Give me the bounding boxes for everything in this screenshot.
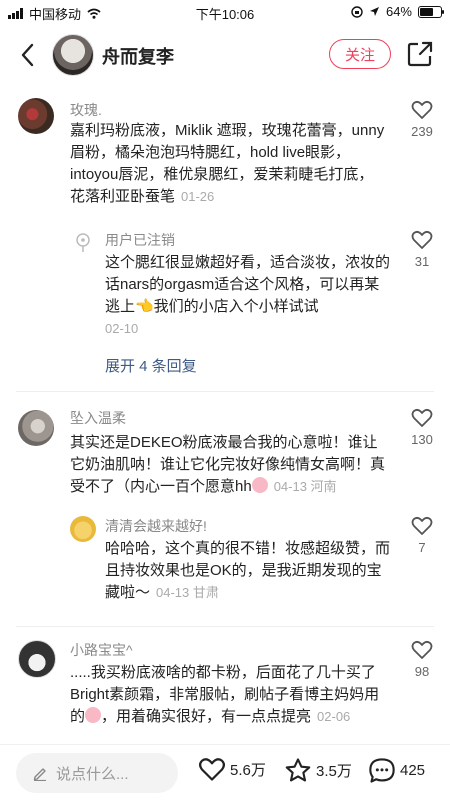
avatar[interactable] xyxy=(18,98,54,134)
comment-author[interactable]: 清清会越来越好! xyxy=(105,516,207,536)
comment-author[interactable]: 坠入温柔 xyxy=(70,408,126,428)
collect-button[interactable]: 3.5万 xyxy=(284,757,352,784)
like-count: 31 xyxy=(414,254,430,269)
heart-icon xyxy=(411,516,433,535)
location-icon xyxy=(369,7,379,16)
pig-emoji-icon xyxy=(251,477,268,493)
comment-date: 04-13 甘肃 xyxy=(156,585,219,600)
like-button[interactable]: 7 xyxy=(402,516,442,555)
share-icon[interactable] xyxy=(406,40,434,68)
comment-text[interactable]: 其实还是DEKEO粉底液最合我的心意啦！谁让它奶油肌呐！谁让它化完妆好像纯情女高… xyxy=(70,432,388,498)
author-name[interactable]: 舟而复李 xyxy=(102,43,174,69)
like-count: 7 xyxy=(418,540,426,555)
avatar[interactable] xyxy=(18,640,56,678)
comment-text[interactable]: 嘉利玛粉底液，Miklik 遮瑕，玫瑰花蕾膏，unny眉粉，橘朵泡泡玛特腮红，h… xyxy=(70,120,388,208)
avatar[interactable] xyxy=(70,230,96,256)
divider xyxy=(16,391,434,392)
comment-date: 01-26 xyxy=(181,189,215,204)
header: 舟而复李 关注 xyxy=(0,30,450,80)
divider xyxy=(16,626,434,627)
follow-button[interactable]: 关注 xyxy=(329,39,391,69)
comment-input-placeholder: 说点什么... xyxy=(56,765,129,783)
avatar[interactable] xyxy=(18,410,54,446)
battery-icon xyxy=(418,5,444,18)
comment-text[interactable]: .....我买粉底液啥的都卡粉，后面花了几十买了Bright素颜霜，非常服帖，刷… xyxy=(70,662,388,728)
like-count: 239 xyxy=(411,124,433,139)
comment-bubble-icon xyxy=(369,758,395,783)
comment-text[interactable]: 这个腮红很显嫩超好看，适合淡妆，浓妆的话nars的orgasm适合这个风格，可以… xyxy=(105,252,390,340)
reply-item: 清清会越来越好! 哈哈哈，这个真的很不错！妆感超级赞，而且持妆效果也是OK的，是… xyxy=(0,514,450,614)
comment-text[interactable]: 哈哈哈，这个真的很不错！妆感超级赞，而且持妆效果也是OK的，是我近期发现的宝藏啦… xyxy=(105,538,390,604)
heart-icon xyxy=(411,408,433,427)
comment-date: 02-06 xyxy=(317,709,351,724)
heart-icon xyxy=(411,100,433,119)
pencil-icon xyxy=(33,768,46,781)
signal-icon xyxy=(8,8,23,19)
like-count: 130 xyxy=(411,432,433,447)
status-bar: 中国移动 下午10:06 64% xyxy=(0,0,450,24)
like-post-button[interactable]: 5.6万 xyxy=(198,757,266,782)
comment-author[interactable]: 玫瑰. xyxy=(70,100,102,120)
comment-item: 坠入温柔 其实还是DEKEO粉底液最合我的心意啦！谁让它奶油肌呐！谁让它化完妆好… xyxy=(0,406,450,506)
wifi-icon xyxy=(87,8,101,19)
orientation-lock-icon xyxy=(351,5,363,18)
reply-item: 用户已注销 这个腮红很显嫩超好看，适合淡妆，浓妆的话nars的orgasm适合这… xyxy=(0,228,450,348)
post-star-count: 3.5万 xyxy=(316,763,352,780)
comment-button[interactable]: 425 xyxy=(368,757,425,784)
comment-date: 02-10 xyxy=(105,321,139,336)
like-button[interactable]: 31 xyxy=(402,230,442,269)
avatar[interactable] xyxy=(70,516,96,542)
comment-date: 04-13 河南 xyxy=(273,479,337,494)
heart-icon xyxy=(411,640,433,659)
like-count: 98 xyxy=(414,664,430,679)
like-button[interactable]: 130 xyxy=(402,408,442,447)
heart-icon xyxy=(199,758,225,781)
bottom-bar: 说点什么... 5.6万 3.5万 425 xyxy=(0,744,450,801)
battery-percent: 64% xyxy=(385,4,412,19)
crying-emoji-icon xyxy=(85,707,102,723)
like-button[interactable]: 239 xyxy=(402,100,442,139)
heart-icon xyxy=(411,230,433,249)
comment-item: 小路宝宝^ .....我买粉底液啥的都卡粉，后面花了几十买了Bright素颜霜，… xyxy=(0,638,450,738)
comment-input[interactable]: 说点什么... xyxy=(16,753,178,793)
comment-author[interactable]: 小路宝宝^ xyxy=(70,640,133,660)
comment-item: 玫瑰. 嘉利玛粉底液，Miklik 遮瑕，玫瑰花蕾膏，unny眉粉，橘朵泡泡玛特… xyxy=(0,98,450,218)
like-button[interactable]: 98 xyxy=(402,640,442,679)
expand-replies-button[interactable]: 展开 4 条回复 xyxy=(105,355,197,376)
back-icon[interactable] xyxy=(16,40,40,70)
comment-author[interactable]: 用户已注销 xyxy=(105,230,175,250)
carrier-label: 中国移动 xyxy=(29,7,82,22)
star-icon xyxy=(285,758,311,782)
deleted-user-icon xyxy=(76,233,90,252)
post-like-count: 5.6万 xyxy=(230,762,266,779)
author-avatar[interactable] xyxy=(52,34,94,76)
post-comment-count: 425 xyxy=(400,762,426,779)
